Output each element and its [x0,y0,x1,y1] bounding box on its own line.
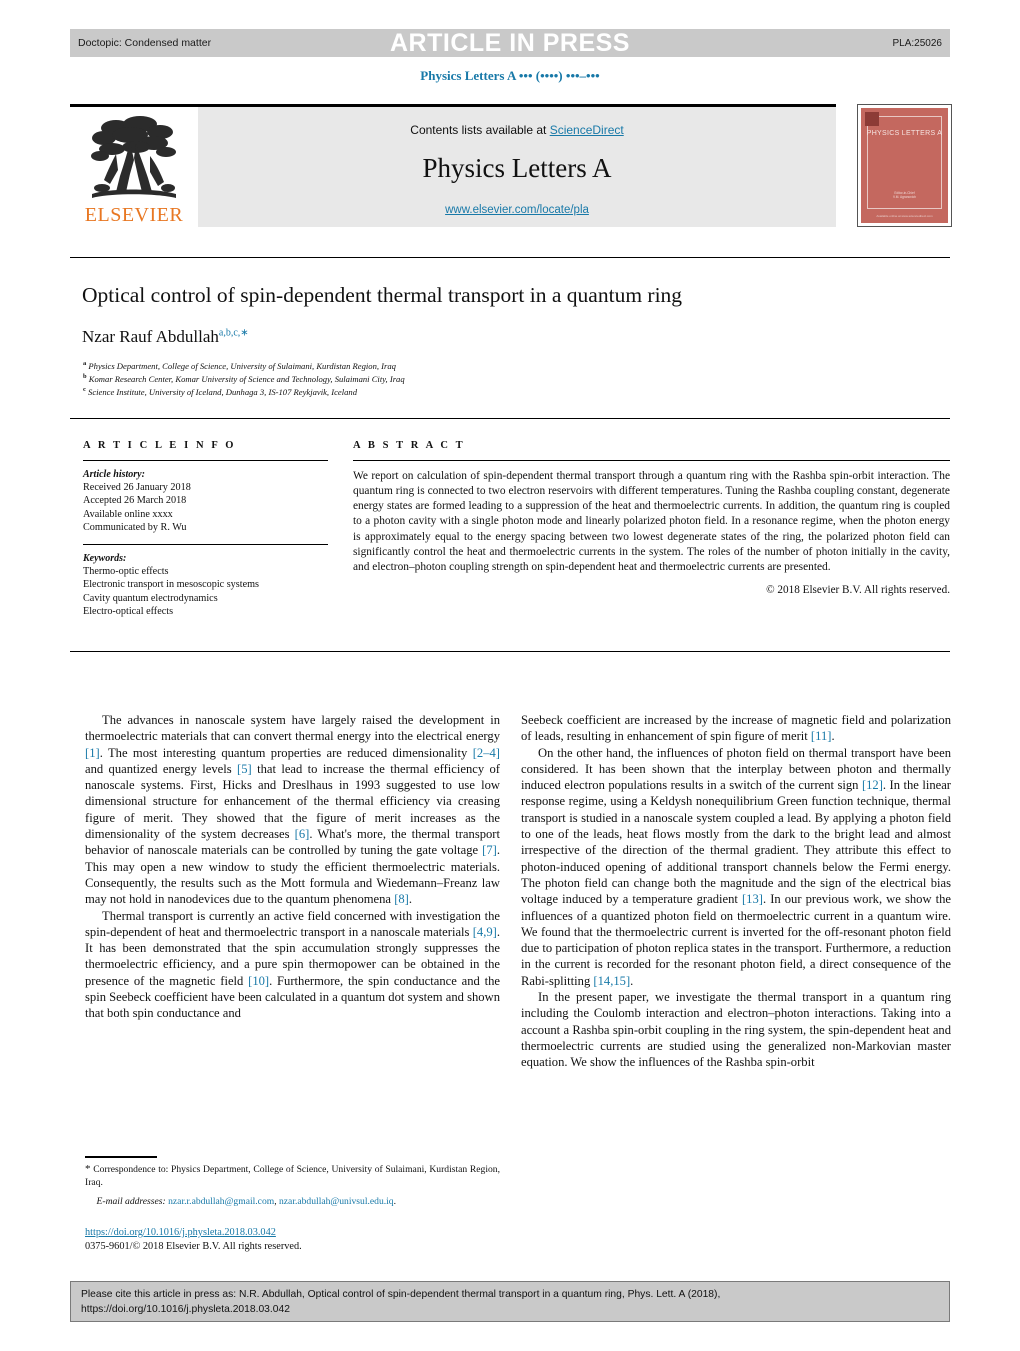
cover-artwork: PHYSICS LETTERS A Editor-in-Chief V.M. Ag… [861,108,948,223]
article-info-column: A R T I C L E I N F O Article history: R… [83,440,328,619]
body-paragraph: The advances in nanoscale system have la… [85,713,501,907]
affiliation-text-c: Science Institute, University of Iceland… [88,386,357,397]
contents-available-text: Contents lists available at ScienceDirec… [410,123,623,137]
body-paragraph: On the other hand, the influences of pho… [521,745,951,988]
affiliation-mark-a: a [83,360,87,367]
correspondence-footnote: * Correspondence to: Physics Department,… [85,1162,500,1189]
info-bottom-rule [70,651,950,652]
keyword-item: Electro-optical effects [83,606,174,618]
page-title: Optical control of spin-dependent therma… [82,283,683,307]
article-info-heading: A R T I C L E I N F O [83,440,237,451]
article-info-rule [83,460,328,461]
abstract-text: We report on calculation of spin-depende… [353,470,950,573]
elsevier-tree-icon [86,112,182,204]
cite-this-article-box: Please cite this article in press as: N.… [70,1281,950,1322]
body-column-right: Seebeck coefficient are increased by the… [521,712,951,1071]
keywords-rule [83,543,328,545]
email-addresses-label: E-mail addresses: [96,1196,166,1207]
journal-masthead: ELSEVIER Contents lists available at Sci… [70,107,836,227]
affiliation-mark-c: c [83,386,86,393]
doi-link[interactable]: https://doi.org/10.1016/j.physleta.2018.… [85,1227,276,1238]
author-line: Nzar Rauf Abdullaha,b,c,∗ [82,327,249,347]
manuscript-code: PLA:25026 [892,37,943,49]
history-accepted: Accepted 26 March 2018 [83,495,187,507]
contents-panel: Contents lists available at ScienceDirec… [198,107,836,227]
affiliation-text-b: Komar Research Center, Komar University … [88,373,405,384]
keyword-item: Thermo-optic effects [83,565,169,577]
affiliation-c: c Science Institute, University of Icela… [83,386,357,398]
keyword-item: Electronic transport in mesoscopic syste… [83,579,259,591]
affiliation-b: b Komar Research Center, Komar Universit… [83,373,405,385]
history-communicated-by: Communicated by R. Wu [83,522,187,534]
body-column-left: The advances in nanoscale system have la… [85,712,500,1022]
author-affiliation-marks[interactable]: a,b,c,∗ [219,327,249,338]
abstract-heading: A B S T R A C T [353,440,466,451]
email-link-univsul[interactable]: nzar.abdullah@univsul.edu.iq [279,1196,394,1207]
cite-line-primary: Please cite this article in press as: N.… [81,1289,721,1300]
footnote-rule [85,1156,157,1158]
info-top-rule [70,418,950,419]
abstract-column: A B S T R A C T We report on calculation… [353,440,950,596]
issn-copyright-line: 0375-9601/© 2018 Elsevier B.V. All right… [85,1241,302,1252]
email-footnote: E-mail addresses: nzar.r.abdullah@gmail.… [96,1196,397,1207]
title-separator-rule [70,257,950,258]
history-received: Received 26 January 2018 [83,482,191,493]
body-paragraph: In the present paper, we investigate the… [521,990,951,1070]
journal-reference-line: Physics Letters A ••• (••••) •••–••• [420,68,600,83]
journal-cover-thumbnail: PHYSICS LETTERS A Editor-in-Chief V.M. Ag… [857,104,952,227]
email-link-gmail[interactable]: nzar.r.abdullah@gmail.com [168,1196,274,1207]
affiliation-text-a: Physics Department, College of Science, … [88,360,396,371]
correspondence-text: Correspondence to: Physics Department, C… [85,1164,500,1188]
body-paragraph: Thermal transport is currently an active… [85,908,500,1021]
cover-journal-title: PHYSICS LETTERS A [866,130,943,137]
author-name: Nzar Rauf Abdullah [82,327,219,346]
abstract-rule [353,460,950,461]
body-paragraph: Seebeck coefficient are increased by the… [521,713,951,744]
cover-corner-square [865,112,879,126]
article-page: Doctopic: Condensed matter ARTICLE IN PR… [0,0,1020,1351]
keywords-block: Keywords: Thermo-optic effects Electroni… [83,553,328,619]
asterisk-icon: * [85,1163,91,1175]
journal-homepage-link[interactable]: www.elsevier.com/locate/pla [445,204,589,216]
article-in-press-bar: Doctopic: Condensed matter ARTICLE IN PR… [70,29,950,57]
affiliation-mark-b: b [83,373,87,380]
keyword-item: Cavity quantum electrodynamics [83,592,218,604]
article-in-press-banner: ARTICLE IN PRESS [390,29,630,57]
cover-editor-text: Editor-in-Chief V.M. Agranovich [893,191,916,199]
affiliation-a: a Physics Department, College of Science… [83,360,396,372]
elsevier-logo: ELSEVIER [70,107,198,227]
history-available-online: Available online xxxx [83,508,173,520]
cover-availability-text: Available online at www.sciencedirect.co… [876,214,933,218]
abstract-copyright: © 2018 Elsevier B.V. All rights reserved… [766,584,950,597]
elsevier-wordmark: ELSEVIER [84,204,184,226]
cite-line-doi: https://doi.org/10.1016/j.physleta.2018.… [81,1303,290,1315]
journal-title: Physics Letters A [422,152,612,183]
sciencedirect-link[interactable]: ScienceDirect [550,123,624,137]
keywords-label: Keywords: [83,552,127,564]
contents-prefix: Contents lists available at [410,122,550,137]
article-history-label: Article history: [83,469,145,480]
